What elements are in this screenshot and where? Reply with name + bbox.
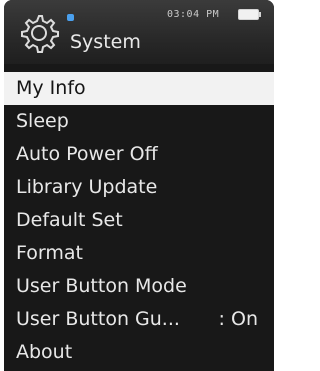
settings-menu: My Info Sleep Auto Power Off Library Upd… [4, 72, 274, 369]
menu-item-auto-power-off[interactable]: Auto Power Off [4, 138, 274, 171]
menu-item-sleep[interactable]: Sleep [4, 105, 274, 138]
menu-item-format[interactable]: Format [4, 237, 274, 270]
menu-item-label: About [16, 341, 73, 363]
menu-item-label: Sleep [16, 110, 69, 132]
gear-icon [16, 10, 62, 56]
menu-item-about[interactable]: About [4, 336, 274, 369]
menu-item-label: Format [16, 242, 83, 264]
menu-item-my-info[interactable]: My Info [4, 72, 274, 105]
menu-item-value: : On [218, 308, 258, 330]
menu-item-user-button-mode[interactable]: User Button Mode [4, 270, 274, 303]
header-bar: System 03:04 PM [4, 0, 274, 64]
menu-item-label: Auto Power Off [16, 143, 158, 165]
menu-item-label: User Button Gu... [16, 308, 180, 330]
menu-item-label: Default Set [16, 209, 123, 231]
menu-item-label: User Button Mode [16, 275, 187, 297]
menu-item-user-button-guide[interactable]: User Button Gu... : On [4, 303, 274, 336]
battery-icon [238, 9, 261, 20]
clock-readout: 03:04 PM [167, 9, 220, 20]
device-screen: System 03:04 PM My Info Sleep Auto Power… [4, 0, 274, 371]
page-title: System [70, 31, 141, 53]
status-indicator [67, 14, 74, 21]
menu-item-label: Library Update [16, 176, 158, 198]
menu-item-default-set[interactable]: Default Set [4, 204, 274, 237]
menu-item-library-update[interactable]: Library Update [4, 171, 274, 204]
menu-item-label: My Info [16, 77, 86, 99]
